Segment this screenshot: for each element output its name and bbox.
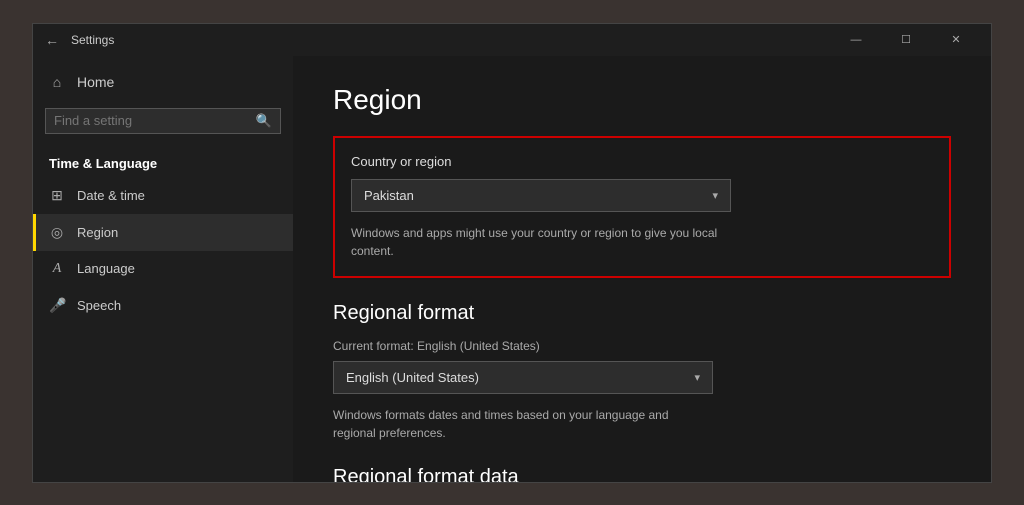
titlebar: ← Settings — ☐ ✕ — [33, 24, 991, 56]
sidebar: ⌂ Home 🔍 Time & Language ⊞ Date & time ◎… — [33, 56, 293, 482]
country-region-description: Windows and apps might use your country … — [351, 224, 731, 260]
speech-icon: 🎤 — [49, 297, 65, 314]
search-input[interactable] — [54, 113, 250, 128]
maximize-button[interactable]: ☐ — [883, 24, 929, 56]
search-icon: 🔍 — [256, 113, 272, 129]
minimize-button[interactable]: — — [833, 24, 879, 56]
close-button[interactable]: ✕ — [933, 24, 979, 56]
sidebar-item-home[interactable]: ⌂ Home — [33, 64, 293, 100]
regional-format-value: English (United States) — [346, 370, 479, 385]
main-content: Region Country or region Pakistan ▾ Wind… — [293, 56, 991, 482]
sidebar-item-speech[interactable]: 🎤 Speech — [33, 287, 293, 324]
sidebar-section-label: Time & Language — [33, 142, 293, 177]
country-region-section: Country or region Pakistan ▾ Windows and… — [333, 136, 951, 278]
sidebar-item-language[interactable]: A Language — [33, 251, 293, 287]
sidebar-item-label: Speech — [77, 298, 121, 313]
search-box[interactable]: 🔍 — [45, 108, 281, 134]
back-button[interactable]: ← — [45, 32, 59, 48]
regional-format-title: Regional format — [333, 302, 951, 325]
content-area: ⌂ Home 🔍 Time & Language ⊞ Date & time ◎… — [33, 56, 991, 482]
sidebar-item-label: Language — [77, 261, 135, 276]
sidebar-item-region[interactable]: ◎ Region — [33, 214, 293, 251]
sidebar-item-label: Date & time — [77, 188, 145, 203]
country-region-label: Country or region — [351, 154, 933, 169]
window-title: Settings — [71, 33, 114, 47]
chevron-down-icon: ▾ — [712, 189, 718, 202]
sidebar-item-label: Region — [77, 225, 118, 240]
date-time-icon: ⊞ — [49, 187, 65, 204]
settings-window: ← Settings — ☐ ✕ ⌂ Home 🔍 Time & Languag… — [32, 23, 992, 483]
regional-format-data-section: Regional format data Select Change data … — [333, 466, 951, 482]
sidebar-home-label: Home — [77, 74, 114, 90]
current-format-label: Current format: English (United States) — [333, 339, 951, 353]
language-icon: A — [49, 261, 65, 277]
home-icon: ⌂ — [49, 74, 65, 90]
country-region-value: Pakistan — [364, 188, 414, 203]
regional-format-data-title: Regional format data — [333, 466, 951, 482]
page-title: Region — [333, 84, 951, 116]
regional-format-dropdown[interactable]: English (United States) ▾ — [333, 361, 713, 394]
region-icon: ◎ — [49, 224, 65, 241]
regional-format-description: Windows formats dates and times based on… — [333, 406, 713, 442]
country-region-dropdown[interactable]: Pakistan ▾ — [351, 179, 731, 212]
regional-format-section: Regional format Current format: English … — [333, 302, 951, 442]
window-controls: — ☐ ✕ — [833, 24, 979, 56]
chevron-down-icon: ▾ — [694, 371, 700, 384]
sidebar-item-date-time[interactable]: ⊞ Date & time — [33, 177, 293, 214]
